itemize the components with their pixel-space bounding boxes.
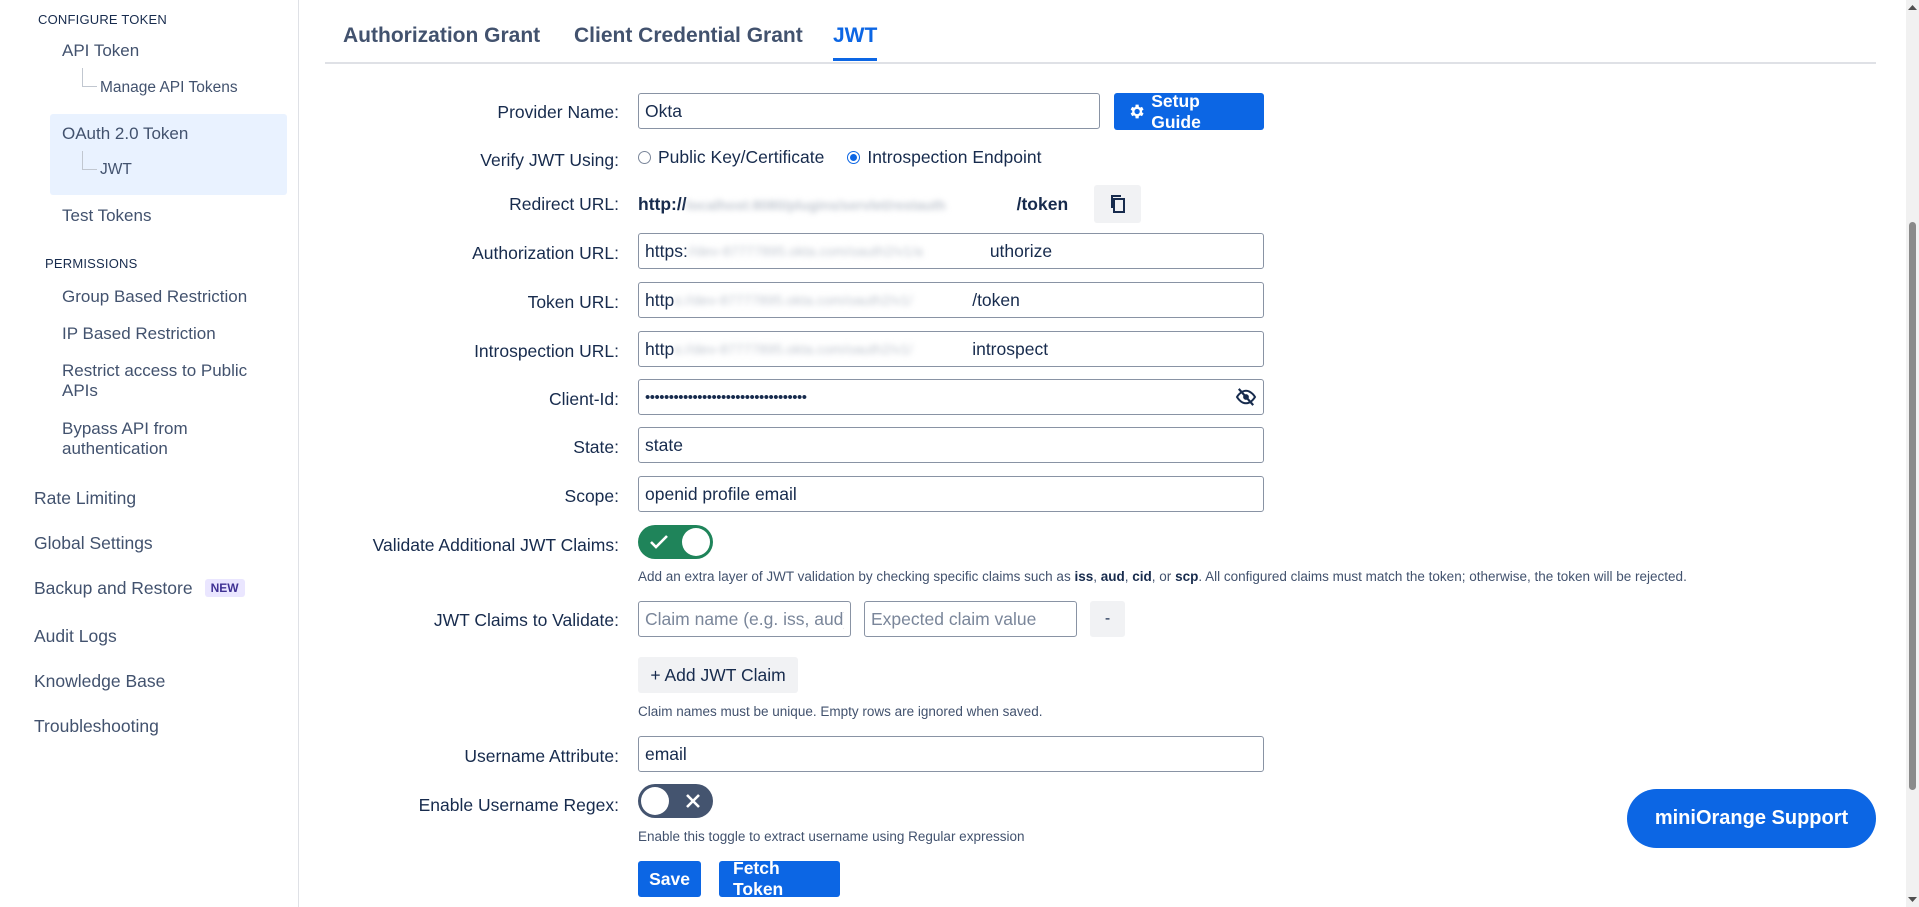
tab-authorization-grant[interactable]: Authorization Grant: [343, 24, 540, 58]
claims-help: Claim names must be unique. Empty rows a…: [638, 704, 1043, 719]
token-url-input[interactable]: http s://dev-87777895.okta.com/oauth2/v1/…: [638, 282, 1264, 318]
client-id-masked-value: ••••••••••••••••••••••••••••••••••: [645, 388, 807, 406]
scope-value: openid profile email: [645, 483, 797, 504]
section-configure-token: CONFIGURE TOKEN: [38, 12, 167, 27]
claim-name-input[interactable]: [638, 601, 851, 637]
sidebar-item-backup-restore[interactable]: Backup and Restore NEW: [34, 578, 245, 599]
username-regex-toggle[interactable]: [638, 784, 713, 818]
tree-connector: [82, 68, 97, 87]
introspection-url-label: Introspection URL:: [474, 341, 619, 361]
introspection-url-prefix: http: [645, 338, 675, 359]
help-text: Add an extra layer of JWT validation by …: [638, 569, 1075, 584]
authorization-url-blurred: //dev-87777895.okta.com/oauth2/v1/a: [687, 243, 923, 259]
verify-jwt-options: Public Key/Certificate Introspection End…: [638, 147, 1041, 168]
tab-jwt[interactable]: JWT: [833, 24, 878, 61]
state-value: state: [645, 434, 683, 455]
check-icon: [650, 535, 668, 549]
username-attribute-label: Username Attribute:: [464, 746, 619, 766]
authorization-url-suffix: uthorize: [989, 240, 1053, 261]
scrollbar-thumb[interactable]: [1909, 222, 1916, 790]
sidebar-item-oauth-token[interactable]: OAuth 2.0 Token: [62, 124, 188, 144]
token-url-suffix: /token: [972, 289, 1020, 310]
token-url-blurred: s://dev-87777895.okta.com/oauth2/v1/: [674, 292, 913, 308]
help-separator: , or: [1151, 569, 1176, 584]
username-attribute-value: email: [645, 743, 687, 764]
introspection-url-blurred: s://dev-87777895.okta.com/oauth2/v1/: [674, 341, 913, 357]
provider-name-label: Provider Name:: [497, 102, 619, 122]
toggle-knob: [641, 787, 669, 815]
state-input[interactable]: state: [638, 427, 1264, 463]
authorization-url-label: Authorization URL:: [472, 243, 619, 263]
radio-public-key[interactable]: [638, 151, 651, 164]
claim-cid: cid: [1132, 569, 1152, 584]
introspection-url-suffix: introspect: [972, 338, 1049, 359]
toggle-knob: [682, 528, 710, 556]
state-label: State:: [573, 437, 619, 457]
option-introspection-label: Introspection Endpoint: [867, 147, 1042, 167]
claims-to-validate-label: JWT Claims to Validate:: [433, 610, 619, 630]
scroll-up-icon[interactable]: [1906, 2, 1919, 12]
enable-regex-label: Enable Username Regex:: [418, 795, 619, 815]
token-url-label: Token URL:: [527, 292, 619, 312]
sidebar-item-api-token[interactable]: API Token: [62, 41, 139, 61]
claim-aud: aud: [1100, 569, 1125, 584]
help-text: . All configured claims must match the t…: [1198, 569, 1687, 584]
client-id-input[interactable]: ••••••••••••••••••••••••••••••••••: [638, 379, 1264, 415]
new-badge: NEW: [204, 579, 245, 597]
x-icon: [686, 794, 700, 808]
redirect-url-blurred: localhost:8080/plugins/servlet/restauth: [686, 197, 946, 213]
username-attribute-input[interactable]: email: [638, 736, 1264, 772]
provider-name-value: Okta: [645, 100, 682, 121]
option-public-key-label: Public Key/Certificate: [658, 147, 825, 167]
sidebar-item-knowledge-base[interactable]: Knowledge Base: [34, 671, 165, 692]
claim-iss: iss: [1074, 569, 1094, 584]
validate-claims-label: Validate Additional JWT Claims:: [372, 535, 619, 555]
help-separator: ,: [1093, 569, 1101, 584]
redirect-url-label: Redirect URL:: [509, 194, 619, 214]
miniorange-support-button[interactable]: miniOrange Support: [1627, 789, 1876, 848]
scroll-down-icon[interactable]: [1906, 895, 1919, 905]
radio-introspection[interactable]: [847, 151, 861, 164]
redirect-url-suffix: /token: [1016, 194, 1069, 214]
sidebar-item-troubleshooting[interactable]: Troubleshooting: [34, 716, 159, 737]
setup-guide-label: Setup Guide: [1151, 90, 1201, 132]
validate-claims-help: Add an extra layer of JWT validation by …: [638, 569, 1687, 584]
authorization-url-prefix: https:: [645, 240, 688, 261]
redirect-url-prefix: http://: [638, 194, 687, 214]
copy-icon: [1110, 195, 1125, 213]
scope-input[interactable]: openid profile email: [638, 476, 1264, 512]
copy-button[interactable]: [1094, 185, 1141, 223]
sidebar-item-label: Backup and Restore: [34, 578, 193, 598]
validate-claims-toggle[interactable]: [638, 525, 713, 559]
remove-claim-button[interactable]: -: [1090, 601, 1125, 637]
setup-guide-button[interactable]: Setup Guide: [1114, 90, 1264, 132]
eye-slash-icon[interactable]: [1235, 388, 1257, 406]
introspection-url-input[interactable]: http s://dev-87777895.okta.com/oauth2/v1/…: [638, 331, 1264, 367]
fetch-token-button[interactable]: Fetch Token: [719, 858, 840, 899]
authorization-url-input[interactable]: https://dev-87777895.okta.com/oauth2/v1/…: [638, 233, 1264, 269]
claim-scp: scp: [1175, 569, 1199, 584]
sidebar-item-manage-api-tokens[interactable]: Manage API Tokens: [100, 79, 238, 97]
claim-value-input[interactable]: [864, 601, 1077, 637]
regex-help: Enable this toggle to extract username u…: [638, 829, 1025, 844]
grant-tabs: Authorization Grant Client Credential Gr…: [325, 0, 1876, 64]
scope-label: Scope:: [564, 486, 619, 506]
redirect-url-value: http://localhost:8080/plugins/servlet/re…: [638, 194, 1068, 215]
client-id-label: Client-Id:: [548, 389, 619, 409]
add-jwt-claim-button[interactable]: + Add JWT Claim: [638, 657, 798, 693]
provider-name-input[interactable]: Okta: [638, 93, 1100, 129]
gear-icon: [1130, 104, 1144, 119]
token-url-prefix: http: [645, 289, 675, 310]
verify-jwt-label: Verify JWT Using:: [480, 150, 619, 170]
save-button[interactable]: Save: [638, 861, 701, 897]
tab-client-credential-grant[interactable]: Client Credential Grant: [574, 24, 803, 58]
page-scrollbar[interactable]: [1906, 0, 1919, 907]
